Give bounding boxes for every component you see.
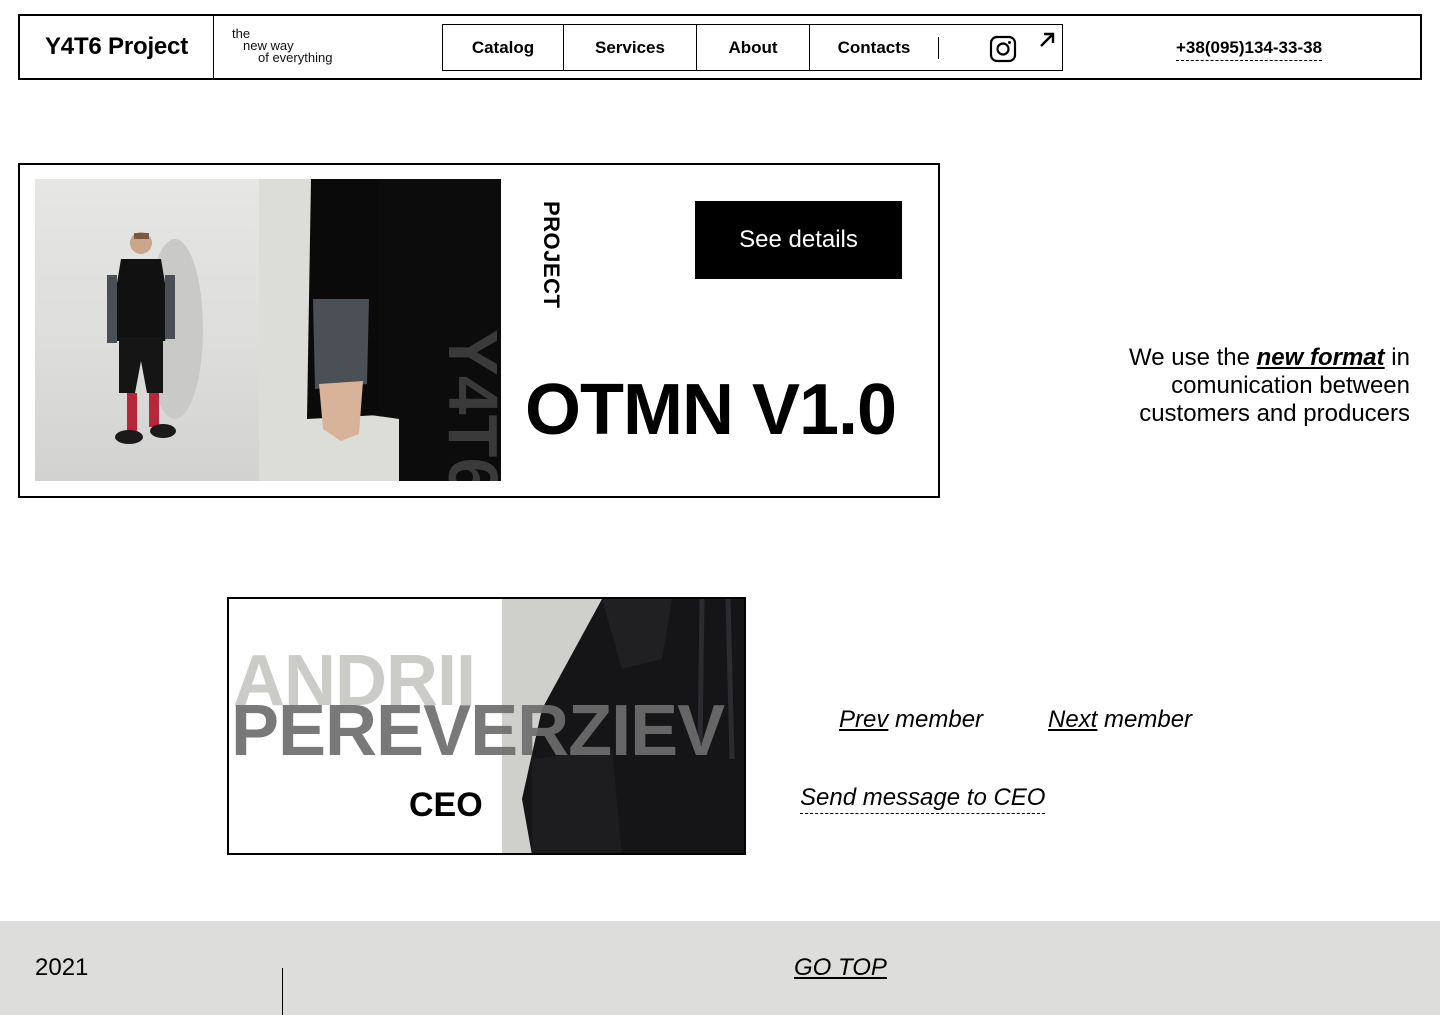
next-member-link[interactable]: Next member	[1048, 706, 1192, 734]
instagram-icon[interactable]	[989, 35, 1017, 63]
prev-word: Prev	[839, 706, 889, 733]
project-photo-closeup: Y4T6	[259, 179, 501, 481]
go-top-link[interactable]: GO TOP	[794, 954, 887, 982]
site-footer: 2021 GO TOP	[0, 921, 1440, 1015]
nav-services[interactable]: Services	[564, 25, 697, 70]
mission-text-before: We use the	[1128, 344, 1257, 371]
prev-member-link[interactable]: Prev member	[839, 706, 983, 734]
project-label: PROJECT	[539, 201, 564, 309]
member-last-name: PEREVERZIEV	[231, 691, 725, 771]
tagline-line-3: of everything	[258, 50, 333, 65]
nav-about[interactable]: About	[697, 25, 810, 70]
site-logo[interactable]: Y4T6 Project	[20, 16, 214, 78]
project-title: OTMN V1.0	[525, 370, 897, 450]
model-full-body-image	[107, 232, 203, 444]
nav-contacts[interactable]: Contacts	[810, 25, 938, 70]
model-closeup-image: Y4T6	[259, 179, 501, 481]
next-word: Next	[1048, 706, 1098, 733]
nav-catalog[interactable]: Catalog	[443, 25, 564, 70]
footer-year: 2021	[35, 954, 89, 981]
new-format-link[interactable]: new format	[1257, 344, 1385, 371]
project-card: Y4T6 PROJECT See details OTMN V1.0	[18, 163, 940, 498]
see-details-button[interactable]: See details	[695, 201, 902, 279]
project-photo-full-body	[35, 179, 259, 481]
prev-member-word: member	[895, 706, 984, 733]
send-message-link[interactable]: Send message to CEO	[800, 784, 1046, 814]
mission-statement: We use the new format in comunication be…	[1090, 344, 1410, 428]
svg-text:Y4T6: Y4T6	[434, 329, 501, 481]
arrow-up-right-icon[interactable]	[1038, 31, 1056, 49]
site-header: Y4T6 Project the new way of everything C…	[18, 14, 1422, 80]
footer-divider	[282, 968, 283, 1015]
social-links	[939, 25, 1062, 70]
main-nav: Catalog Services About Contacts	[442, 24, 1063, 71]
phone-link[interactable]: +38(095)134-33-38	[1176, 38, 1323, 61]
next-member-word: member	[1104, 706, 1193, 733]
member-role: CEO	[409, 786, 483, 824]
team-member-card: ANDRII PEREVERZIEV CEO	[227, 597, 746, 855]
tagline: the new way of everything	[232, 27, 333, 65]
